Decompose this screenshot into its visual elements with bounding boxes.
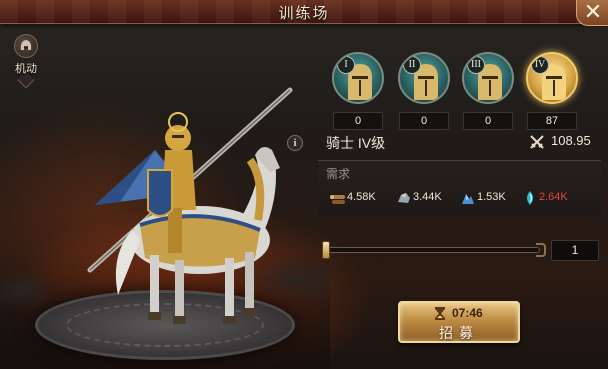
badge-label: 机动 — [15, 63, 37, 75]
resource-value: 4.58K — [347, 191, 376, 203]
slider-handle[interactable] — [322, 241, 330, 259]
recruit-time: 07:46 — [452, 306, 483, 320]
helmet-icon — [14, 34, 38, 58]
tier-numeral: II — [403, 56, 421, 74]
power-value: 108.95 — [551, 133, 591, 148]
unit-name: 骑士 IV级 — [326, 135, 386, 151]
mobility-badge: 机动 — [10, 34, 42, 90]
close-icon: ✕ — [583, 0, 603, 24]
tier-count: 0 — [399, 112, 449, 130]
stone-icon — [398, 193, 410, 203]
page-title: 训练场 — [278, 5, 330, 22]
tier-count: 0 — [333, 112, 383, 130]
recruit-label: 招募 — [439, 325, 479, 341]
tier-portrait: IV — [526, 52, 578, 104]
requirements-label: 需求 — [326, 167, 351, 181]
resource-value: 3.44K — [413, 191, 442, 203]
tier-portrait: I — [332, 52, 384, 104]
tier-portrait: III — [462, 52, 514, 104]
quantity-slider: 1 — [322, 239, 602, 263]
tier-option-iii[interactable]: III 0 — [460, 52, 516, 152]
title-bar: 训练场 — [0, 0, 608, 24]
tier-count: 87 — [527, 112, 577, 130]
tier-numeral: I — [337, 56, 355, 74]
recruit-button[interactable]: 07:46 招募 — [398, 301, 520, 343]
quantity-input[interactable]: 1 — [551, 240, 599, 261]
wood-icon — [330, 195, 345, 204]
mana-icon — [527, 191, 533, 205]
tier-option-ii[interactable]: II 0 — [396, 52, 452, 152]
resource-value: 1.53K — [477, 191, 506, 203]
tier-numeral: III — [467, 56, 485, 74]
slider-track[interactable] — [328, 247, 540, 253]
requirements-panel: 需求 4.58K 3.44K 1.53K 2.64K — [318, 160, 601, 216]
unit-panel: I 0 II 0 III 0 IV 87 i 骑士 IV级 108.95 需求 … — [287, 34, 608, 369]
crossed-swords-icon — [530, 135, 544, 149]
tier-count: 0 — [463, 112, 513, 130]
training-ground-screen: 训练场 ✕ 机动 I 0 II 0 III 0 IV 87 i 骑士 IV级 1… — [0, 0, 608, 369]
slider-end-cap — [536, 243, 546, 257]
ore-icon — [462, 194, 474, 204]
close-button[interactable]: ✕ — [576, 0, 608, 26]
unit-power: 108.95 — [529, 133, 608, 151]
recruit-time-row: 07:46 — [400, 305, 518, 323]
hourglass-icon — [435, 307, 445, 320]
info-icon[interactable]: i — [287, 135, 303, 151]
knight-illustration — [80, 80, 320, 350]
tier-portrait: II — [398, 52, 450, 104]
tier-numeral: IV — [531, 56, 549, 74]
resource-value: 2.64K — [539, 191, 568, 203]
